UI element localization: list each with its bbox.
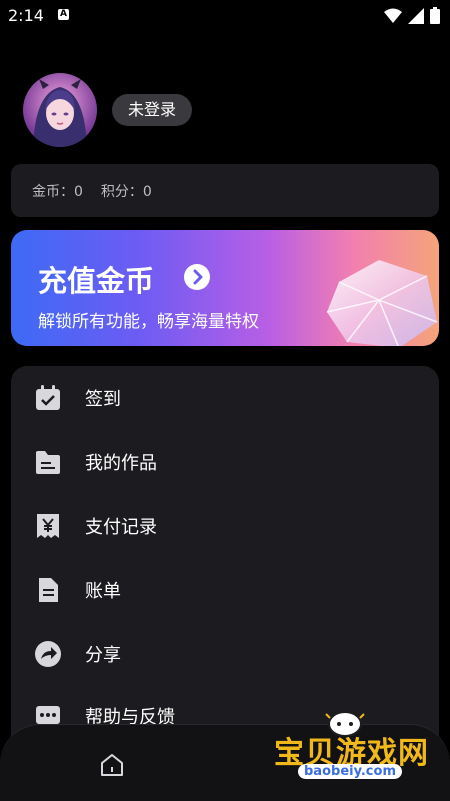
score-label: 积分： <box>100 184 143 200</box>
folder-icon <box>36 451 60 474</box>
status-icons <box>384 7 440 24</box>
menu-label: 分享 <box>85 645 121 666</box>
score-value: 0 <box>142 184 152 200</box>
menu-item-payment-records[interactable]: 支付记录 <box>11 498 439 554</box>
menu-item-bill[interactable]: 账单 <box>11 562 439 618</box>
menu-item-my-works[interactable]: 我的作品 <box>11 434 439 490</box>
coins-stat: 金币：0 <box>32 181 83 201</box>
menu-label: 签到 <box>85 389 121 410</box>
watermark: 宝贝游戏网 baobeiy.com <box>268 708 448 798</box>
chevron-right-icon[interactable] <box>184 264 210 290</box>
avatar[interactable] <box>23 73 97 147</box>
status-bar: 2:14 A <box>0 0 450 32</box>
yuan-receipt-icon <box>37 514 59 538</box>
home-icon[interactable] <box>98 751 126 779</box>
document-icon <box>39 578 58 602</box>
banner-title: 充值金币 <box>38 264 155 298</box>
share-icon <box>35 641 61 667</box>
menu-card: 签到 我的作品 支付记录 账单 分享 帮助与反馈 <box>11 366 439 766</box>
recharge-banner[interactable]: 充值金币 解锁所有功能，畅享海量特权 <box>11 230 439 346</box>
menu-item-checkin[interactable]: 签到 <box>11 370 439 426</box>
menu-label: 账单 <box>85 581 121 602</box>
banner-subtitle: 解锁所有功能，畅享海量特权 <box>38 312 259 332</box>
menu-label: 我的作品 <box>85 453 157 474</box>
notification-icon: A <box>58 9 69 20</box>
menu-label: 支付记录 <box>85 517 157 538</box>
coins-label: 金币： <box>32 184 74 200</box>
status-time: 2:14 <box>8 6 44 25</box>
wifi-icon <box>384 8 402 23</box>
watermark-url: baobeiy.com <box>298 764 402 779</box>
signal-icon <box>408 7 424 24</box>
login-status-button[interactable]: 未登录 <box>112 94 193 126</box>
battery-icon <box>430 7 440 24</box>
coins-value: 0 <box>74 184 83 200</box>
points-card: 金币：0 积分：0 <box>11 164 439 217</box>
calendar-check-icon <box>36 385 60 410</box>
menu-item-share[interactable]: 分享 <box>11 626 439 682</box>
diamond-icon <box>326 260 438 346</box>
score-stat: 积分：0 <box>101 181 152 201</box>
